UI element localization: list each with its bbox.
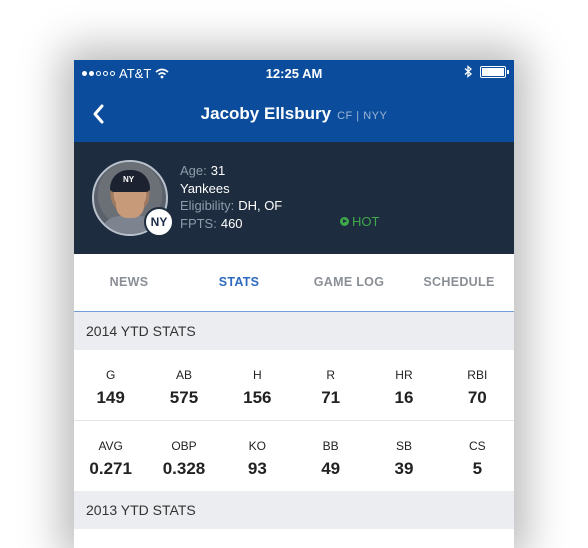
stat-value: 49 xyxy=(321,459,341,478)
section-header-2014: 2014 YTD STATS xyxy=(74,312,514,350)
fpts-value: 460 xyxy=(220,215,243,231)
stat-value: 0.328 xyxy=(162,459,206,478)
stat-cell: BB 49 xyxy=(294,421,367,491)
stats-row-2014-2: AVG 0.271 OBP 0.328 KO 93 BB 49 SB 39 CS 5 xyxy=(74,421,514,491)
eligibility-label: Eligibility: xyxy=(180,198,235,213)
stat-cell: AVG 0.271 xyxy=(74,421,147,491)
status-bar: AT&T 12:25 AM xyxy=(74,60,514,86)
stat-cell: R 71 xyxy=(294,350,367,420)
tab-game-log[interactable]: GAME LOG xyxy=(294,254,404,311)
tab-news[interactable]: NEWS xyxy=(74,254,184,311)
stat-cell: SB 39 xyxy=(367,421,440,491)
team-logo-icon: NY xyxy=(144,207,174,237)
stat-label: G xyxy=(105,368,116,382)
bluetooth-icon xyxy=(464,65,472,78)
age-label: Age: xyxy=(180,163,207,178)
stat-cell: AB 575 xyxy=(147,350,220,420)
hot-label: HOT xyxy=(352,214,380,229)
fpts-label: FPTS: xyxy=(180,215,217,231)
player-name: Jacoby Ellsbury xyxy=(200,104,332,123)
stat-cell: HR 16 xyxy=(367,350,440,420)
stat-label: CS xyxy=(468,439,486,453)
hot-icon xyxy=(340,217,349,226)
stat-cell: G 149 xyxy=(74,350,147,420)
hot-badge: HOT xyxy=(340,214,379,229)
stat-label: AB xyxy=(175,368,192,382)
stat-cell: OBP 0.328 xyxy=(147,421,220,491)
stat-cell: RBI 70 xyxy=(441,350,514,420)
stats-row-2014-1: G 149 AB 575 H 156 R 71 HR 16 RBI 70 xyxy=(74,350,514,420)
stat-label: OBP xyxy=(171,439,197,453)
tab-schedule[interactable]: SCHEDULE xyxy=(404,254,514,311)
player-info: Age: 31 Yankees Eligibility: DH, OF FPTS: 4… xyxy=(180,162,282,232)
status-time: 12:25 AM xyxy=(265,66,323,81)
stat-value: 0.271 xyxy=(89,459,132,478)
nav-header: Jacoby Ellsbury CF | NYY xyxy=(74,86,514,142)
stat-value: 156 xyxy=(243,388,272,407)
team-name: Yankees xyxy=(180,180,230,196)
tab-stats[interactable]: STATS xyxy=(184,254,294,311)
stat-value: 93 xyxy=(247,459,267,478)
stat-value: 575 xyxy=(169,388,199,407)
battery-icon xyxy=(480,65,509,78)
stat-cell: H 156 xyxy=(221,350,294,420)
player-card: NY Age:31 Yankees Eligibility:DH, OF FPT… xyxy=(74,142,514,254)
stat-value: 5 xyxy=(472,459,483,478)
page-title: Jacoby Ellsbury CF | NYY xyxy=(74,104,514,124)
stat-value: 71 xyxy=(321,388,341,407)
stat-value: 16 xyxy=(394,388,414,407)
stat-value: 149 xyxy=(96,388,125,407)
section-header-2013: 2013 YTD STATS xyxy=(74,491,514,529)
stat-label: AVG xyxy=(98,439,123,453)
age-value: 31 xyxy=(210,163,226,178)
stat-value: 70 xyxy=(467,388,487,407)
stat-label: HR xyxy=(395,368,413,382)
stat-cell: CS 5 xyxy=(441,421,514,491)
stat-cell: KO 93 xyxy=(221,421,294,491)
stat-label: RBI xyxy=(467,368,488,382)
stat-label: SB xyxy=(395,439,412,453)
stat-label: BB xyxy=(322,439,339,453)
phone-screen: AT&T 12:25 AM Jacoby Ellsbury CF | NYY N… xyxy=(74,60,514,548)
tab-bar: NEWS STATS GAME LOG SCHEDULE xyxy=(74,254,514,313)
stat-label: H xyxy=(252,368,262,382)
stat-label: R xyxy=(326,368,335,382)
player-position-team: CF | NYY xyxy=(337,110,388,122)
stat-value: 39 xyxy=(394,459,414,478)
eligibility-value: DH, OF xyxy=(238,198,283,213)
stat-label: KO xyxy=(248,439,266,453)
